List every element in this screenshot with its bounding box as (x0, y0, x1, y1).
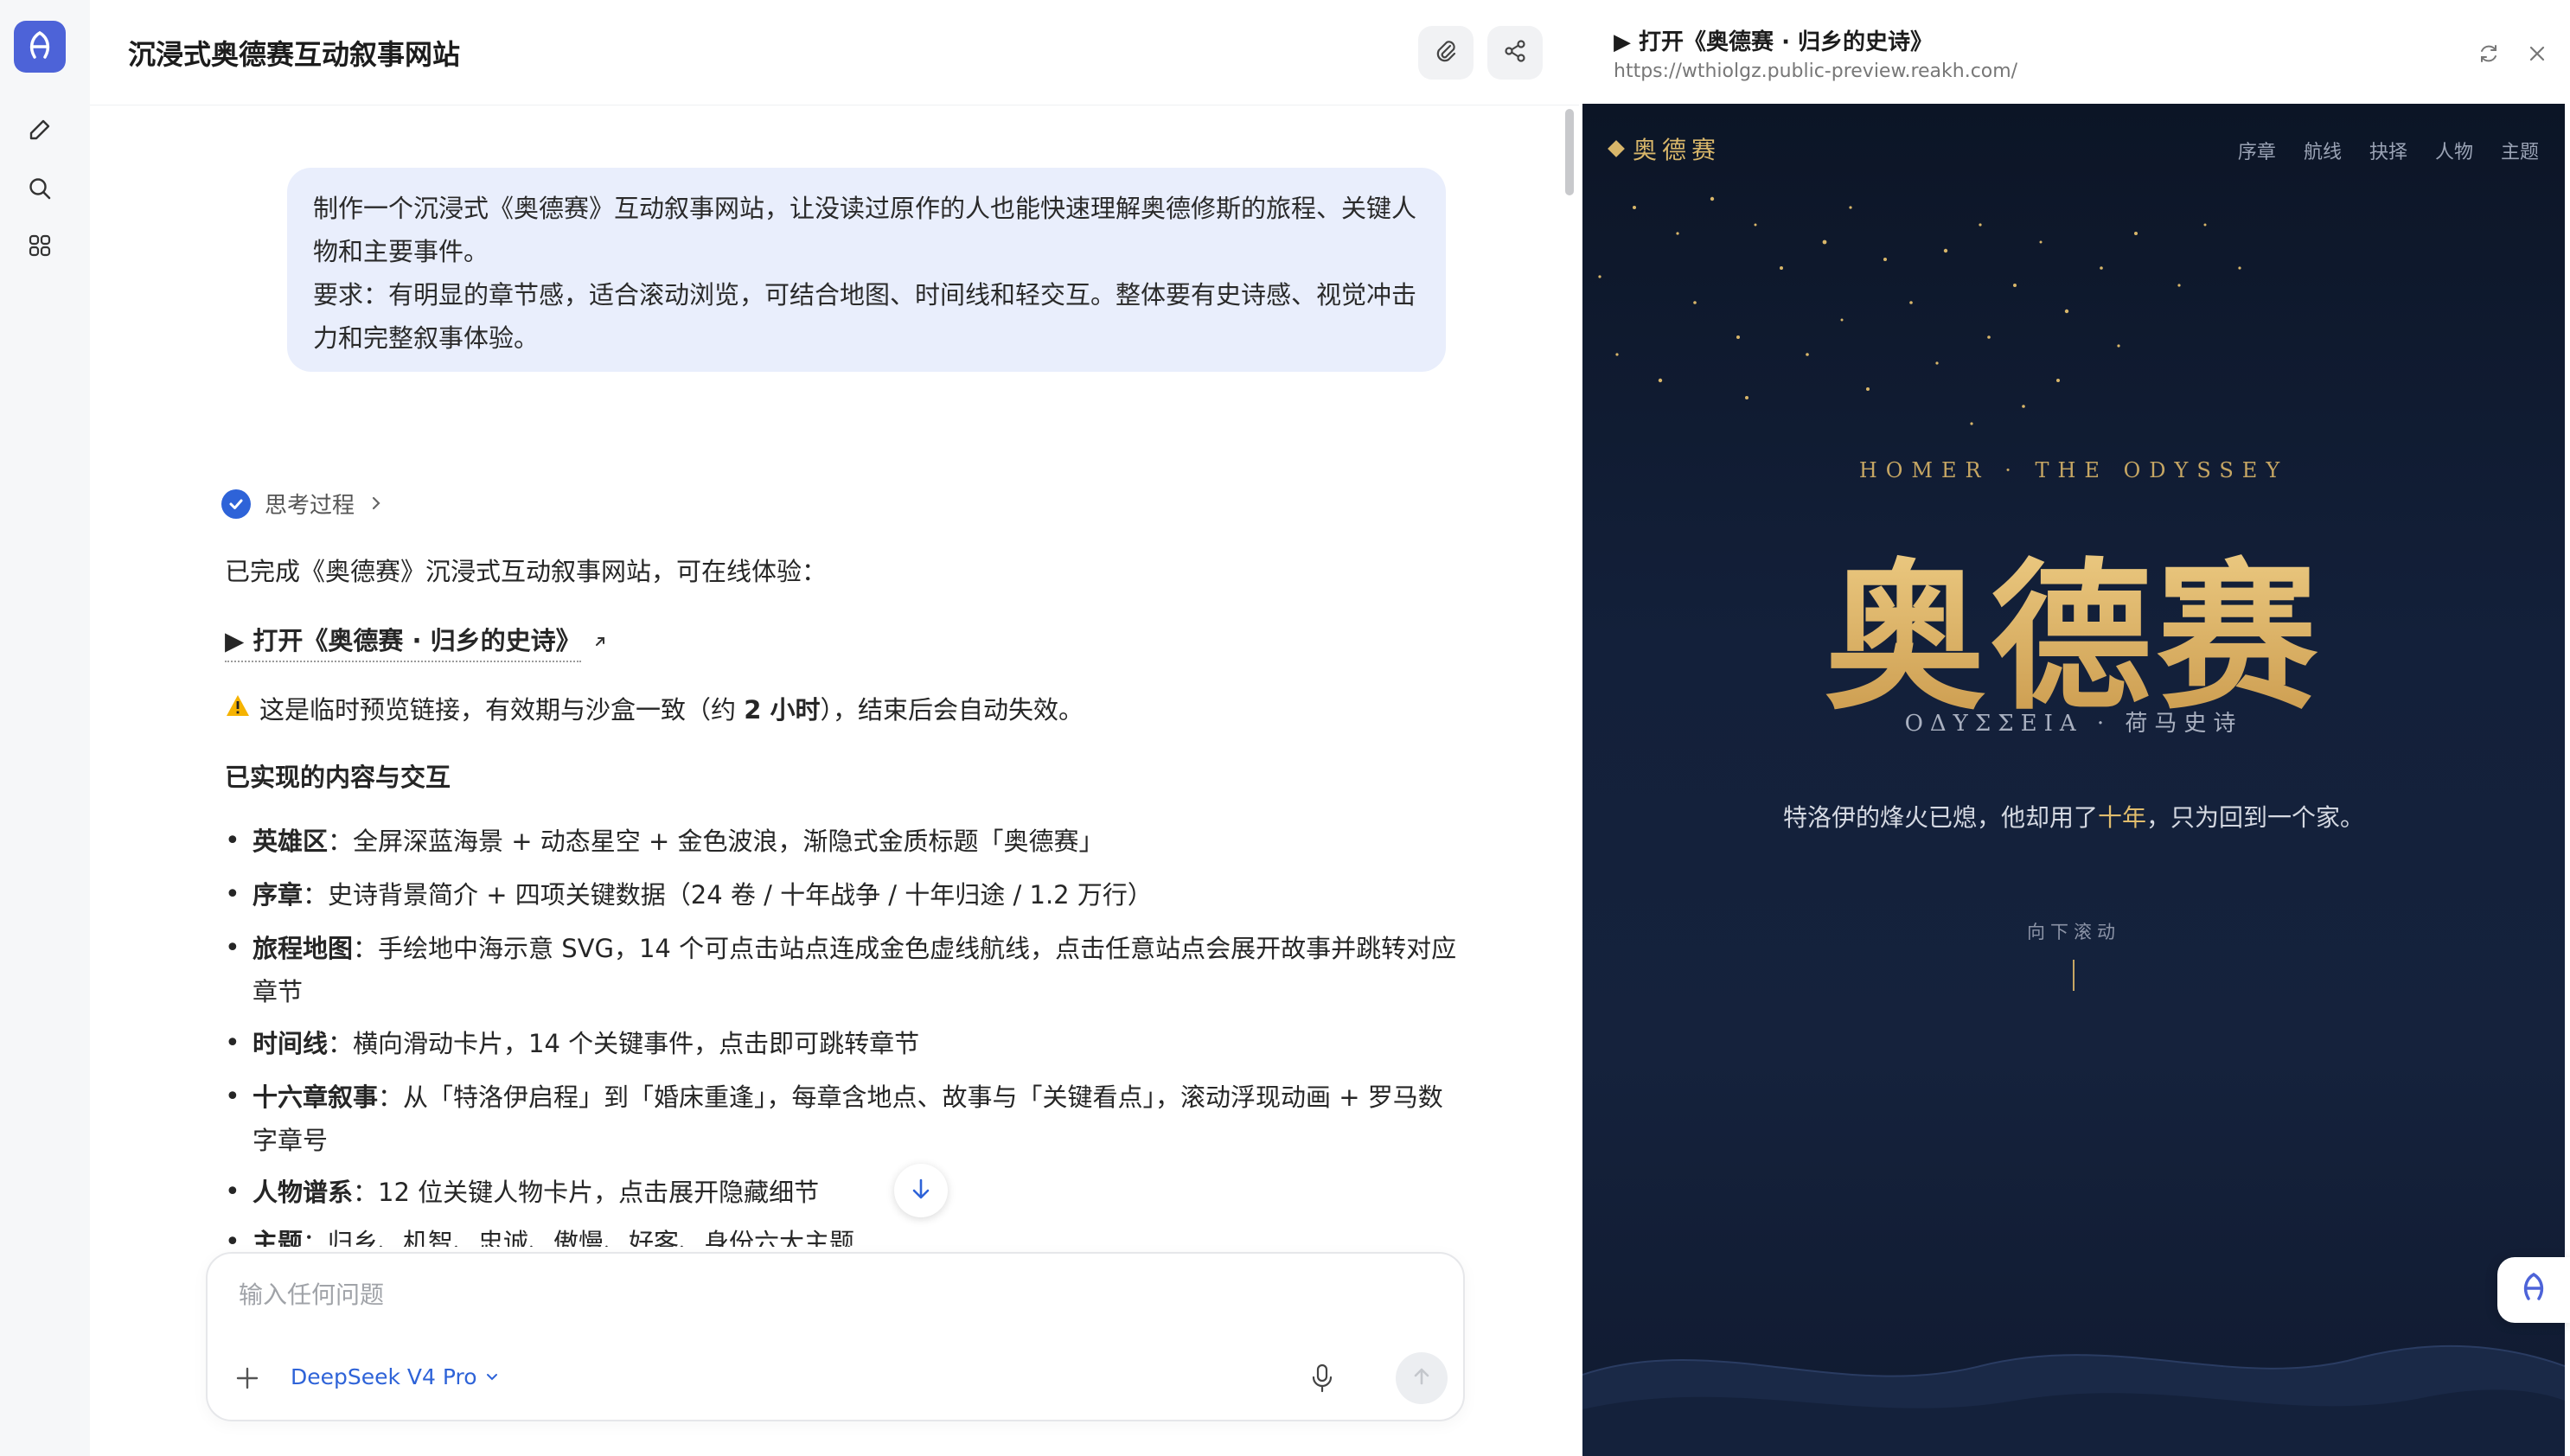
check-icon (221, 489, 251, 519)
arrow-down-icon (908, 1176, 934, 1205)
thinking-toggle[interactable]: 思考过程 (221, 488, 384, 520)
hero-subtitle: ΟΔΥΣΣΕΙΑ · 荷马史诗 (1904, 711, 2243, 737)
site-nav-item[interactable]: 主题 (2501, 137, 2539, 164)
list-item: 主题：归乡、机智、忠诚、傲慢、好客、身份六大主题 (225, 1224, 1548, 1247)
bullet-text: ：手绘地中海示意 SVG，14 个可点击站点连成金色虚线航线，点击任意站点会展开… (353, 934, 1457, 963)
hero-kicker: HOMER · THE ODYSSEY (1858, 458, 2289, 482)
warning-duration: 2 小时 (744, 695, 821, 725)
chat-header: 沉浸式奥德赛互动叙事网站 (90, 0, 1579, 105)
warning-note: 这是临时预览链接，有效期与沙盒一致（约 2 小时），结束后会自动失效。 (225, 690, 1084, 726)
diamond-icon (1608, 140, 1625, 157)
bullet-text: ：归乡、机智、忠诚、傲慢、好客、身份六大主题 (303, 1228, 855, 1247)
site-nav-item[interactable]: 抉择 (2369, 137, 2407, 164)
bullet-title: 主题 (253, 1228, 304, 1247)
bullet-text-cont: 章节 (253, 977, 304, 1006)
bullet-title: 旅程地图 (253, 934, 354, 963)
answer-intro: 已完成《奥德赛》沉浸式互动叙事网站，可在线体验： (225, 557, 828, 586)
list-item: 旅程地图：手绘地中海示意 SVG，14 个可点击站点连成金色虚线航线，点击任意站… (225, 927, 1548, 1013)
attach-icon (1433, 38, 1459, 67)
bullet-title: 英雄区 (253, 827, 329, 856)
tagline-highlight: 十年 (2097, 803, 2146, 832)
preview-link[interactable]: ▶ 打开《奥德赛 · 归乡的史诗》 (225, 621, 609, 662)
list-item: 十六章叙事：从「特洛伊启程」到「婚床重逢」，每章含地点、故事与「关键看点」，滚动… (225, 1076, 1548, 1162)
site-nav-item[interactable]: 序章 (2238, 137, 2276, 164)
list-item: 英雄区：全屏深蓝海景 + 动态星空 + 金色波浪，渐隐式金质标题「奥德赛」 (225, 820, 1548, 863)
scroll-to-bottom-button[interactable] (894, 1164, 948, 1217)
left-rail (0, 0, 90, 1456)
bullet-title: 时间线 (253, 1029, 329, 1058)
app-logo-icon (2516, 1271, 2551, 1309)
chevron-down-icon (484, 1364, 500, 1389)
chat-title: 沉浸式奥德赛互动叙事网站 (128, 38, 461, 71)
section-heading: 已实现的内容与交互 (225, 763, 451, 792)
site-brand[interactable]: 奥德赛 (1608, 131, 1722, 166)
bullet-title: 人物谱系 (253, 1178, 354, 1207)
refresh-icon[interactable] (2473, 38, 2504, 69)
chat-input[interactable]: 输入任何问题 (239, 1276, 384, 1311)
user-message-line: 制作一个沉浸式《奥德赛》互动叙事网站，让没读过原作的人也能快速理解奥德修斯的旅程… (313, 194, 1417, 223)
odyssey-site-preview[interactable]: 奥德赛 序章 航线 抉择 人物 主题 HOMER · THE ODYSSEY 奥 (1582, 104, 2565, 1456)
bullet-text: ：全屏深蓝海景 + 动态星空 + 金色波浪，渐隐式金质标题「奥德赛」 (328, 827, 1104, 856)
list-item: 人物谱系：12 位关键人物卡片，点击展开隐藏细节 (225, 1171, 1548, 1214)
site-nav: 序章 航线 抉择 人物 主题 (2238, 137, 2539, 164)
starfield (1598, 196, 2241, 425)
warning-icon (225, 693, 251, 724)
sea-waves (1582, 1344, 2565, 1456)
user-message-line: 物和主要事件。 (313, 237, 489, 266)
scroll-hint-line (2073, 960, 2075, 991)
edit-icon[interactable] (21, 111, 59, 149)
hero-tagline: 特洛伊的烽火已熄，他却用了十年，只为回到一个家。 (1582, 799, 2565, 833)
user-message: 制作一个沉浸式《奥德赛》互动叙事网站，让没读过原作的人也能快速理解奥德修斯的旅程… (287, 168, 1446, 372)
send-button[interactable] (1396, 1352, 1448, 1404)
bullet-title: 十六章叙事 (253, 1082, 379, 1112)
tagline-text: 特洛伊的烽火已熄，他却用了 (1782, 803, 2098, 832)
close-icon[interactable] (2522, 38, 2553, 69)
attach-button[interactable] (1418, 26, 1474, 80)
chat-input-box[interactable]: 输入任何问题 DeepSeek V4 Pro (206, 1252, 1465, 1421)
thinking-label: 思考过程 (265, 493, 355, 519)
bullet-text: ：从「特洛伊启程」到「婚床重逢」，每章含地点、故事与「关键看点」，滚动浮现动画 … (378, 1082, 1443, 1112)
bullet-text: ：横向滑动卡片，14 个关键事件，点击即可跳转章节 (328, 1029, 920, 1058)
app-logo-icon[interactable] (14, 21, 66, 73)
search-icon[interactable] (21, 169, 59, 208)
share-button[interactable] (1487, 26, 1543, 80)
model-selector[interactable]: DeepSeek V4 Pro (291, 1364, 500, 1389)
list-item: 序章：史诗背景简介 + 四项关键数据（24 卷 / 十年战争 / 十年归途 / … (225, 873, 1548, 916)
chevron-right-icon (368, 491, 384, 517)
clipped-list-item: 主题：归乡、机智、忠诚、傲慢、好客、身份六大主题 (225, 1224, 1548, 1247)
floating-assistant-button[interactable] (2497, 1257, 2570, 1323)
model-name: DeepSeek V4 Pro (291, 1364, 477, 1389)
preview-link-text[interactable]: ▶ 打开《奥德赛 · 归乡的史诗》 (225, 621, 581, 662)
apps-icon[interactable] (21, 227, 59, 265)
plus-icon[interactable] (228, 1359, 266, 1397)
user-message-line: 要求：有明显的章节感，适合滚动浏览，可结合地图、时间线和轻交互。整体要有史诗感、… (313, 280, 1417, 310)
send-icon (1410, 1365, 1433, 1391)
preview-header: ▶ 打开《奥德赛 · 归乡的史诗》 https://wthiolgz.publi… (1579, 0, 2570, 104)
bullet-text: ：史诗背景简介 + 四项关键数据（24 卷 / 十年战争 / 十年归途 / 1.… (303, 880, 1153, 910)
share-icon (1502, 38, 1528, 67)
scroll-hint[interactable]: 向下滚动 (1582, 918, 2565, 944)
preview-title: ▶ 打开《奥德赛 · 归乡的史诗》 (1614, 29, 1934, 55)
chat-panel: 沉浸式奥德赛互动叙事网站 制作一个沉浸式《奥德赛》互动叙事网站，让没读过原作的人… (90, 0, 1579, 1456)
chat-scrollbar[interactable] (1565, 109, 1574, 195)
external-link-icon (591, 627, 609, 656)
site-brand-text: 奥德赛 (1633, 136, 1722, 164)
warning-text-end: ），结束后会自动失效。 (820, 695, 1084, 725)
site-nav-item[interactable]: 人物 (2435, 137, 2473, 164)
preview-panel: ▶ 打开《奥德赛 · 归乡的史诗》 https://wthiolgz.publi… (1579, 0, 2570, 1456)
bullet-title: 序章 (253, 880, 304, 910)
bullet-text: ：12 位关键人物卡片，点击展开隐藏细节 (353, 1178, 820, 1207)
bullet-text-cont: 字章号 (253, 1126, 329, 1155)
preview-url[interactable]: https://wthiolgz.public-preview.reakh.co… (1614, 61, 2017, 82)
mic-icon[interactable] (1301, 1356, 1344, 1401)
user-message-line: 力和完整叙事体验。 (313, 323, 540, 353)
warning-text: 这是临时预览链接，有效期与沙盒一致（约 (259, 695, 745, 725)
tagline-text-end: ，只为回到一个家。 (2146, 803, 2365, 832)
site-nav-item[interactable]: 航线 (2304, 137, 2342, 164)
list-item: 时间线：横向滑动卡片，14 个关键事件，点击即可跳转章节 (225, 1022, 1548, 1065)
